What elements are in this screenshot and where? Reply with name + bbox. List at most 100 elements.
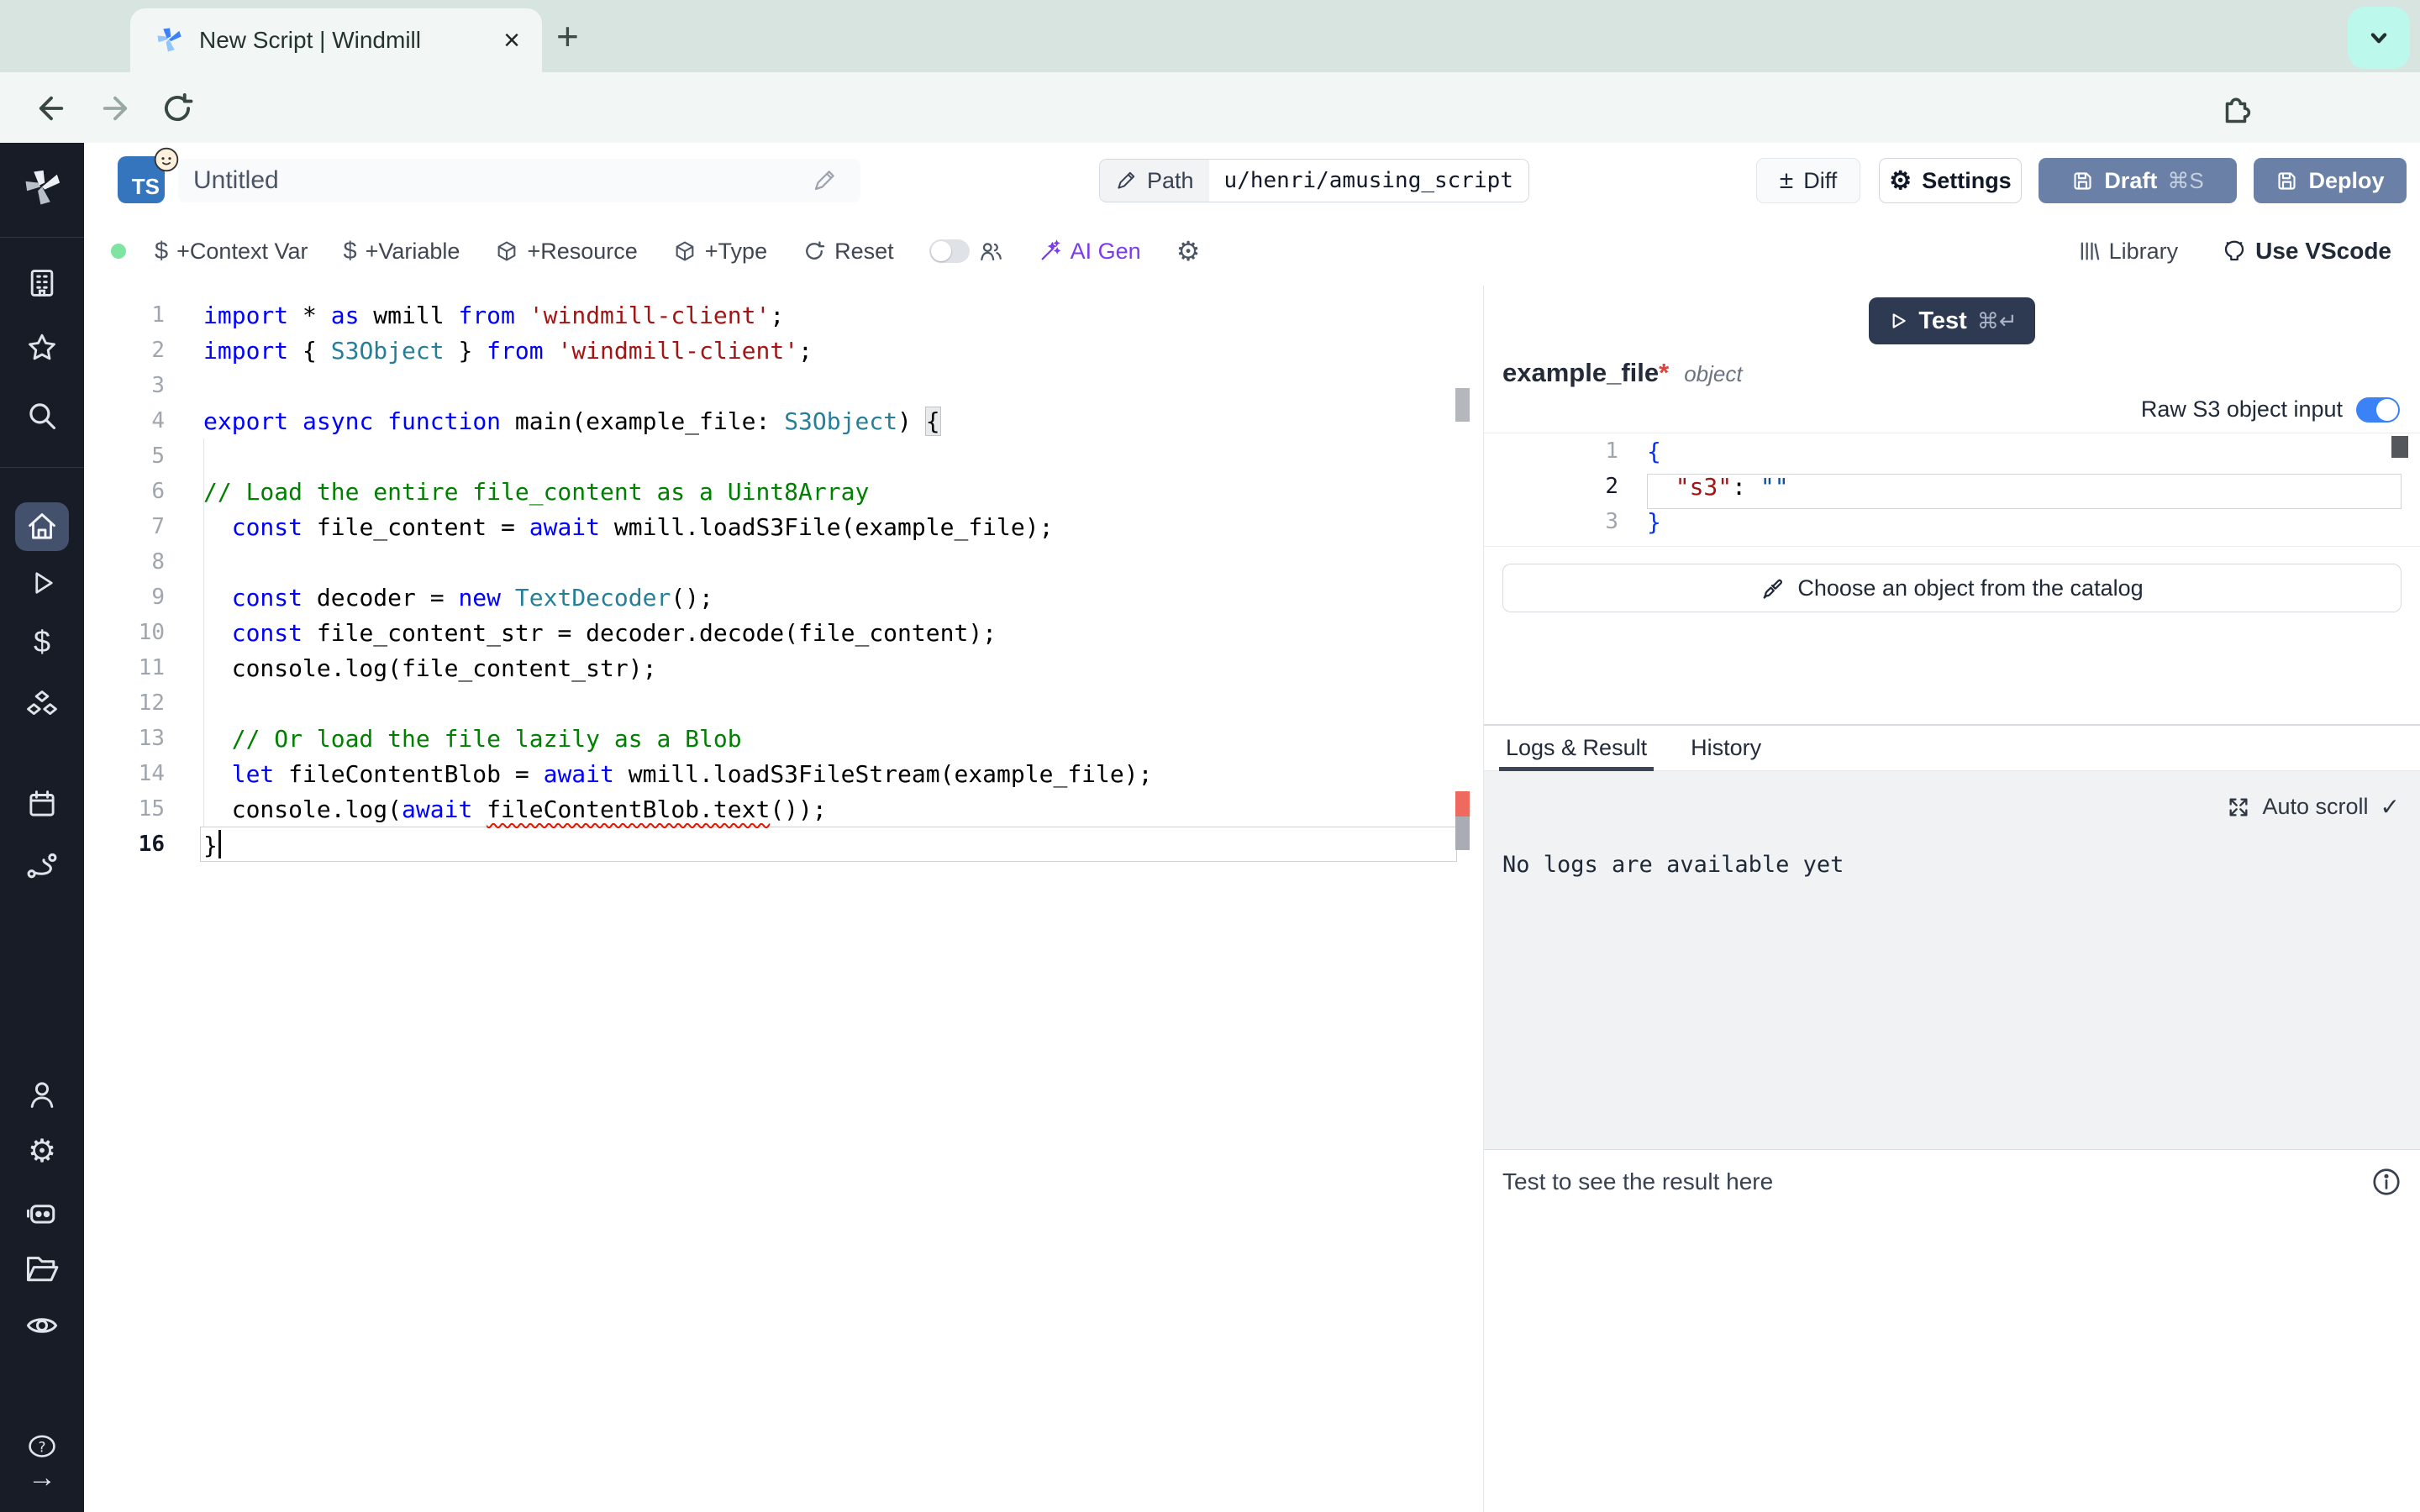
add-context-var-button[interactable]: $ +Context Var [155,238,308,265]
play-icon [1886,310,1908,332]
sidebar-expand-arrow-icon[interactable]: → [0,1463,84,1492]
logs-area: Auto scroll ✓ No logs are available yet [1484,771,2420,1149]
home-icon [24,509,60,544]
line-number: 7 [84,514,203,539]
expand-icon [2227,795,2250,819]
back-button[interactable] [34,91,69,126]
sidebar-item-workspace[interactable] [0,265,84,301]
sidebar-item-help[interactable]: ? [0,1430,84,1465]
path-chip[interactable]: Path u/henri/amusing_script [1099,159,1529,202]
code-line[interactable]: 6// Load the entire file_content as a Ui… [84,474,1483,509]
scrollbar-thumb[interactable] [1455,816,1470,850]
add-variable-button[interactable]: $ +Variable [343,238,460,265]
code-line[interactable]: 5 [84,438,1483,474]
sidebar-item-settings[interactable]: ⚙ [0,1136,84,1168]
edit-pencil-icon[interactable] [812,168,837,193]
code-editor[interactable]: 1import * as wmill from 'windmill-client… [84,286,1484,1512]
sidebar-item-variables[interactable]: $ [0,627,84,657]
draft-button[interactable]: Draft ⌘S [2039,158,2237,203]
code-line[interactable]: 4export async function main(example_file… [84,403,1483,438]
script-title-input[interactable]: Untitled [178,159,860,202]
sidebar-item-runs[interactable] [0,566,84,600]
star-icon [24,331,60,366]
code-line[interactable]: 11 console.log(file_content_str); [84,650,1483,685]
editor-scrollbar[interactable] [1455,286,1470,1512]
sidebar-item-folders[interactable] [0,1250,84,1287]
code-line[interactable]: 3} [1484,504,2420,539]
active-tab[interactable]: New Script | Windmill × [130,8,542,72]
add-type-button[interactable]: +Type [673,239,767,265]
code-line[interactable]: 13 // Or load the file lazily as a Blob [84,721,1483,756]
info-icon[interactable] [2371,1167,2402,1197]
json-input-editor[interactable]: 1{2 "s3": ""3} [1484,433,2420,547]
line-number: 11 [84,655,203,680]
library-icon [2077,239,2101,263]
choose-object-button[interactable]: Choose an object from the catalog [1502,564,2402,612]
toggle-off[interactable] [929,239,970,263]
code-line[interactable]: 16} [84,827,1483,862]
calendar-icon [24,786,60,822]
add-resource-button[interactable]: +Resource [495,239,637,265]
raw-s3-toggle[interactable] [2356,397,2400,423]
tab-logs-result[interactable]: Logs & Result [1502,726,1650,771]
code-line[interactable]: 2import { S3Object } from 'windmill-clie… [84,333,1483,368]
ai-gen-button[interactable]: AI Gen [1039,239,1141,265]
tab-history[interactable]: History [1687,726,1765,771]
magic-wand-icon [1039,239,1062,263]
sidebar-item-resources[interactable] [0,687,84,724]
editor-settings-gear-icon[interactable]: ⚙ [1176,235,1201,267]
tab-close-icon[interactable]: × [503,24,520,57]
save-icon [2071,170,2094,192]
sidebar-item-user[interactable] [0,1077,84,1112]
code-line[interactable]: 1import * as wmill from 'windmill-client… [84,297,1483,333]
tab-search-button[interactable] [2348,7,2410,69]
sidebar-item-schedules[interactable] [0,786,84,822]
play-icon [25,566,59,600]
forward-button[interactable] [97,91,133,126]
search-icon [24,398,60,433]
code-line[interactable]: 8 [84,544,1483,580]
deploy-button[interactable]: Deploy [2254,158,2407,203]
result-tabs: Logs & Result History [1484,726,2420,771]
code-line[interactable]: 14 let fileContentBlob = await wmill.loa… [84,756,1483,791]
diff-button[interactable]: ± Diff [1756,158,1860,203]
path-value[interactable]: u/henri/amusing_script [1224,168,1513,193]
sidebar-item-audit[interactable] [0,1307,84,1344]
new-tab-button[interactable]: + [556,13,579,59]
refresh-icon [802,239,826,263]
sidebar-item-favorites[interactable] [0,331,84,366]
auto-scroll-toggle[interactable]: Auto scroll ✓ [2227,793,2400,821]
sidebar-windmill-logo-icon[interactable] [0,166,84,210]
code-line[interactable]: 15 console.log(await fileContentBlob.tex… [84,791,1483,827]
status-dot [111,244,126,259]
result-area: Test to see the result here [1484,1149,2420,1512]
sidebar-item-workers[interactable] [0,1194,84,1231]
text-cursor [218,830,221,858]
code-line[interactable]: 12 [84,685,1483,721]
windmill-favicon-icon [154,25,184,55]
scrollbar-thumb[interactable] [1455,388,1470,422]
package-icon [673,239,697,263]
sidebar-item-search[interactable] [0,398,84,433]
settings-button[interactable]: ⚙ Settings [1879,158,2022,203]
reload-button[interactable] [160,91,195,126]
extensions-icon[interactable] [2218,89,2254,124]
user-icon [24,1077,60,1112]
test-button[interactable]: Test ⌘↵ [1869,297,2035,344]
use-vscode-button[interactable]: Use VScode [2222,238,2391,265]
dollar-icon: $ [343,238,356,265]
line-number: 9 [84,585,203,610]
code-line[interactable]: 10 const file_content_str = decoder.deco… [84,615,1483,650]
package-icon [495,239,518,263]
code-line[interactable]: 3 [84,368,1483,403]
library-button[interactable]: Library [2077,239,2179,265]
reset-button[interactable]: Reset [802,239,894,265]
arg-name: example_file* [1502,358,1669,388]
code-line[interactable]: 7 const file_content = await wmill.loadS… [84,509,1483,544]
json-scrollbar-thumb[interactable] [2391,436,2408,458]
sidebar-item-flows[interactable] [0,848,84,885]
multiplayer-toggle[interactable] [929,239,1003,264]
sidebar-item-home[interactable] [15,502,69,551]
code-line[interactable]: 9 const decoder = new TextDecoder(); [84,580,1483,615]
code-line[interactable]: 1{ [1484,433,2420,469]
